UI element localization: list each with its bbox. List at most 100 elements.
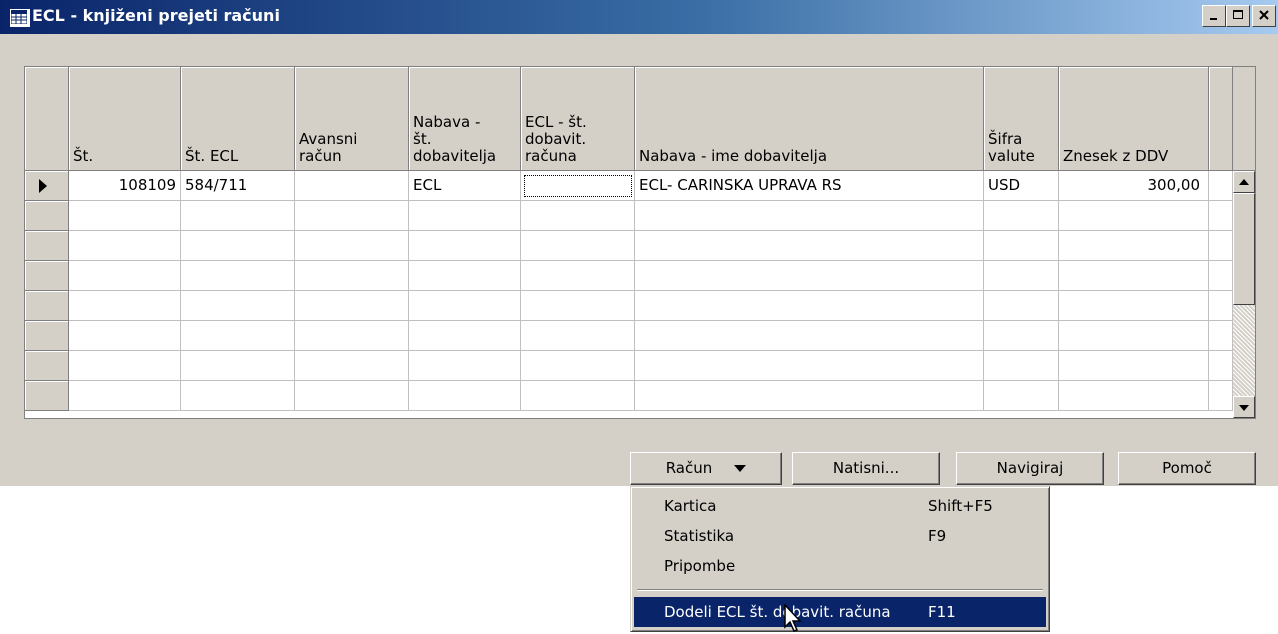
scroll-down-button[interactable] (1233, 396, 1255, 418)
empty-cell[interactable] (409, 261, 521, 291)
row-selector[interactable] (25, 381, 69, 411)
empty-cell[interactable] (984, 351, 1059, 381)
cell-avansni-racun[interactable] (295, 171, 409, 201)
col-header-znesek-z-ddv[interactable]: Znesek z DDV (1059, 67, 1209, 171)
empty-cell[interactable] (984, 381, 1059, 411)
empty-cell[interactable] (409, 231, 521, 261)
empty-cell[interactable] (635, 201, 984, 231)
empty-cell[interactable] (295, 351, 409, 381)
cell-st-ecl[interactable]: 584/711 (181, 171, 295, 201)
empty-cell[interactable] (69, 321, 181, 351)
empty-cell[interactable] (521, 201, 635, 231)
empty-cell[interactable] (1059, 261, 1209, 291)
empty-cell[interactable] (521, 231, 635, 261)
empty-cell[interactable] (635, 291, 984, 321)
cell-sifra-valute[interactable]: USD (984, 171, 1059, 201)
empty-cell[interactable] (1059, 201, 1209, 231)
col-header-nabava-st-dobavitelja[interactable]: Nabava - št. dobavitelja (409, 67, 521, 171)
empty-cell[interactable] (295, 201, 409, 231)
empty-cell[interactable] (521, 291, 635, 321)
empty-cell[interactable] (69, 201, 181, 231)
empty-cell[interactable] (984, 261, 1059, 291)
empty-cell[interactable] (181, 201, 295, 231)
row-selector[interactable] (25, 321, 69, 351)
minimize-icon[interactable] (1202, 5, 1226, 27)
empty-cell[interactable] (984, 201, 1059, 231)
close-icon[interactable] (1252, 5, 1276, 27)
empty-cell[interactable] (409, 381, 521, 411)
col-header-sifra-valute[interactable]: Šifra valute (984, 67, 1059, 171)
vertical-scrollbar[interactable] (1233, 171, 1255, 418)
empty-cell[interactable] (181, 381, 295, 411)
racun-menu-button[interactable]: Račun (630, 452, 782, 485)
col-header-avansni-racun[interactable]: Avansni račun (295, 67, 409, 171)
cell-st[interactable]: 108109 (69, 171, 181, 201)
empty-cell[interactable] (635, 381, 984, 411)
empty-cell[interactable] (409, 321, 521, 351)
row-selector[interactable] (25, 171, 69, 201)
menu-item-statistika[interactable]: Statistika F9 (634, 521, 1046, 551)
natisni-button[interactable]: Natisni... (792, 452, 940, 485)
cell-znesek-z-ddv[interactable]: 300,00 (1059, 171, 1209, 201)
empty-cell[interactable] (69, 231, 181, 261)
row-selector[interactable] (25, 261, 69, 291)
empty-cell[interactable] (295, 321, 409, 351)
menu-item-pripombe[interactable]: Pripombe (634, 551, 1046, 581)
empty-cell[interactable] (1059, 321, 1209, 351)
col-header-st[interactable]: Št. (69, 67, 181, 171)
empty-cell[interactable] (521, 321, 635, 351)
row-selector[interactable] (25, 201, 69, 231)
empty-cell[interactable] (635, 231, 984, 261)
navigiraj-button[interactable]: Navigiraj (956, 452, 1104, 485)
empty-cell[interactable] (1059, 231, 1209, 261)
empty-cell[interactable] (181, 231, 295, 261)
empty-cell[interactable] (1059, 381, 1209, 411)
empty-cell[interactable] (181, 261, 295, 291)
table-row[interactable] (25, 291, 1233, 321)
row-selector[interactable] (25, 291, 69, 321)
empty-cell[interactable] (521, 381, 635, 411)
empty-cell[interactable] (521, 351, 635, 381)
empty-cell[interactable] (984, 321, 1059, 351)
title-bar[interactable]: ECL - knjiženi prejeti računi (0, 0, 1278, 34)
table-row[interactable] (25, 261, 1233, 291)
empty-cell[interactable] (295, 291, 409, 321)
empty-cell[interactable] (181, 351, 295, 381)
table-row[interactable]: 108109 584/711 ECL ECL- CARINSKA UPRAVA … (25, 171, 1233, 201)
empty-cell[interactable] (409, 291, 521, 321)
scroll-thumb[interactable] (1233, 193, 1255, 305)
empty-cell[interactable] (69, 261, 181, 291)
table-row[interactable] (25, 321, 1233, 351)
table-row[interactable] (25, 351, 1233, 381)
empty-cell[interactable] (635, 351, 984, 381)
col-header-st-ecl[interactable]: Št. ECL (181, 67, 295, 171)
menu-item-dodeli-ecl[interactable]: Dodeli ECL št. dobavit. računa F11 (634, 597, 1046, 627)
empty-cell[interactable] (984, 291, 1059, 321)
empty-cell[interactable] (1059, 291, 1209, 321)
empty-cell[interactable] (295, 261, 409, 291)
empty-cell[interactable] (635, 321, 984, 351)
maximize-icon[interactable] (1226, 5, 1250, 27)
col-header-ime-dobavitelja[interactable]: Nabava - ime dobavitelja (635, 67, 984, 171)
empty-cell[interactable] (635, 261, 984, 291)
empty-cell[interactable] (409, 201, 521, 231)
pomoc-button[interactable]: Pomoč (1118, 452, 1256, 485)
table-row[interactable] (25, 201, 1233, 231)
empty-cell[interactable] (69, 291, 181, 321)
cell-nabava-st-dobavitelja[interactable]: ECL (409, 171, 521, 201)
empty-cell[interactable] (295, 381, 409, 411)
row-selector[interactable] (25, 351, 69, 381)
empty-cell[interactable] (69, 351, 181, 381)
empty-cell[interactable] (295, 231, 409, 261)
empty-cell[interactable] (984, 231, 1059, 261)
empty-cell[interactable] (409, 351, 521, 381)
empty-cell[interactable] (521, 261, 635, 291)
empty-cell[interactable] (181, 291, 295, 321)
cell-ime-dobavitelja[interactable]: ECL- CARINSKA UPRAVA RS (635, 171, 984, 201)
row-selector[interactable] (25, 231, 69, 261)
menu-item-kartica[interactable]: Kartica Shift+F5 (634, 491, 1046, 521)
col-header-ecl-st-dobavit-racuna[interactable]: ECL - št. dobavit. računa (521, 67, 635, 171)
empty-cell[interactable] (181, 321, 295, 351)
table-row[interactable] (25, 381, 1233, 411)
scroll-up-button[interactable] (1233, 171, 1255, 193)
